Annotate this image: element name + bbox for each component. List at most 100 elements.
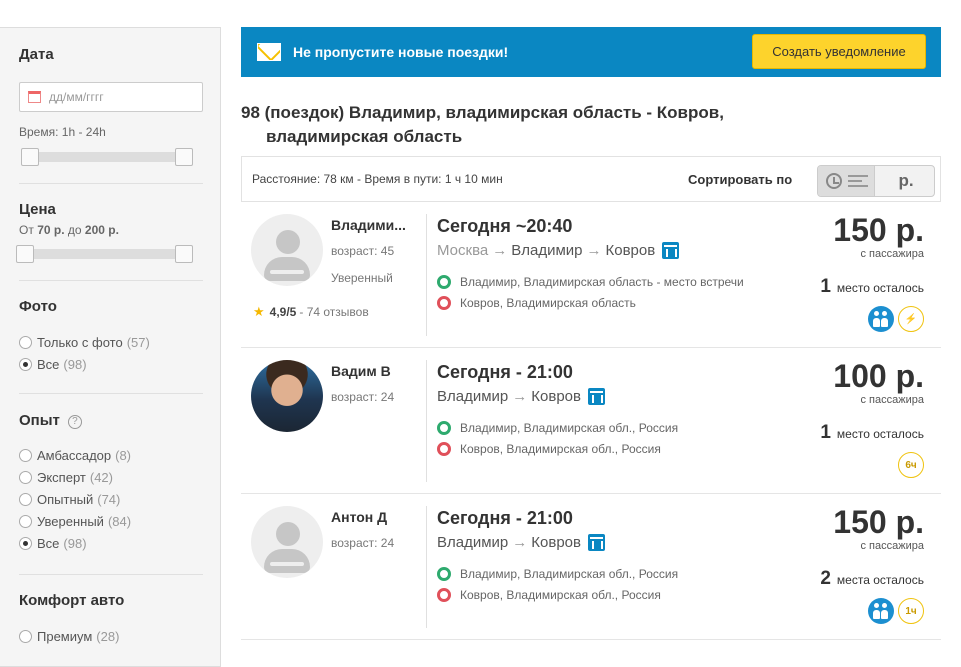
pickup-marker-icon [437,275,451,289]
photo-options: Только с фото (57) Все (98) [19,331,202,375]
trip-badges: 1ч [864,598,924,624]
experience-option-expert[interactable]: Эксперт (42) [19,466,202,488]
time-slider-min-handle[interactable] [21,148,39,166]
dropoff-marker-icon [437,296,451,310]
banner-text: Не пропустите новые поездки! [293,44,509,60]
avatar-placeholder[interactable] [251,214,323,286]
dropoff-point: Ковров, Владимирская обл., Россия [437,588,661,602]
pickup-marker-icon [437,567,451,581]
dropoff-point: Ковров, Владимирская обл., Россия [437,442,661,456]
trip-card[interactable]: Вадим В возраст: 24 Сегодня - 21:00 Влад… [241,348,941,494]
price-per-passenger: с пассажира [860,394,925,406]
radio-icon[interactable] [19,514,32,528]
price-filter-title: Цена [19,201,56,218]
pickup-point: Владимир, Владимирская область - место в… [437,275,744,289]
driver-name[interactable]: Вадим В [331,363,415,379]
dropoff-marker-icon [437,442,451,456]
time-range-label: Время: 1h - 24h [19,125,106,139]
pickup-marker-icon [437,421,451,435]
radio-selected-icon[interactable] [19,536,32,550]
trip-route: Москва → Владимир → Ковров [437,242,680,259]
photo-filter-title: Фото [19,298,57,315]
trip-badges: 6ч [894,452,924,478]
sort-by-time-button[interactable] [818,166,875,196]
pickup-point: Владимир, Владимирская обл., Россия [437,567,678,581]
experience-filter-title: Опыт? [19,412,202,429]
trip-time[interactable]: Сегодня - 21:00 [437,508,573,529]
trip-price: 100 р. [833,358,924,394]
seats-left: 1 место осталось [820,276,924,297]
date-placeholder: дд/мм/гггг [49,90,104,104]
divider [19,393,203,394]
price-slider-track[interactable] [16,249,192,259]
driver-level: Уверенный [331,271,393,285]
departure-flexibility-icon: 1ч [898,598,924,624]
help-icon[interactable]: ? [67,415,82,429]
trip-time[interactable]: Сегодня - 21:00 [437,362,573,383]
divider [426,214,427,336]
driver-age: возраст: 45 [331,244,395,258]
trip-price: 150 р. [833,504,924,540]
radio-icon[interactable] [19,448,32,462]
experience-option-all[interactable]: Все (98) [19,532,202,554]
comfort-filter-title: Комфорт авто [19,592,125,609]
distance-info: Расстояние: 78 км - Время в пути: 1 ч 10… [252,172,503,186]
sort-by-price-button[interactable]: р. [876,166,934,196]
comfort-option-premium[interactable]: Премиум (28) [19,625,202,647]
radio-icon[interactable] [19,335,32,349]
experience-options: Амбассадор (8) Эксперт (42) Опытный (74) Ув… [19,444,202,554]
trip-badges: ⚡ [864,306,924,332]
date-input[interactable]: дд/мм/гггг [19,82,203,112]
sort-bar: Расстояние: 78 км - Время в пути: 1 ч 10… [241,156,941,202]
photo-option-with-photo[interactable]: Только с фото (57) [19,331,202,353]
radio-selected-icon[interactable] [19,357,32,371]
departure-flexibility-icon: 6ч [898,452,924,478]
price-per-passenger: с пассажира [860,248,925,260]
avatar-placeholder[interactable] [251,506,323,578]
results-title: 98 (поездок) Владимир, владимирская обла… [241,103,724,146]
divider [426,506,427,628]
radio-icon[interactable] [19,470,32,484]
driver-name[interactable]: Антон Д [331,509,415,525]
two-passengers-icon [868,306,894,332]
sort-toggle: р. [817,165,935,197]
driver-rating: ★ 4,9/5- 74 отзывов [253,304,369,319]
star-icon: ★ [253,304,265,319]
experience-option-confident[interactable]: Уверенный (84) [19,510,202,532]
trip-card[interactable]: Антон Д возраст: 24 Сегодня - 21:00 Влад… [241,494,941,640]
radio-icon[interactable] [19,492,32,506]
divider [19,280,203,281]
price-range-label: От 70 р. до 200 р. [19,223,119,237]
seats-left: 2 места осталось [820,568,924,589]
driver-name[interactable]: Владими... [331,217,415,233]
dropoff-marker-icon [437,588,451,602]
price-per-passenger: с пассажира [860,540,925,552]
driver-photo[interactable] [251,360,323,432]
trip-card[interactable]: Владими... возраст: 45 Уверенный ★ 4,9/5-… [241,202,941,348]
comfort-options: Премиум (28) [19,625,202,647]
create-notification-button[interactable]: Создать уведомление [752,34,926,69]
experience-option-ambassador[interactable]: Амбассадор (8) [19,444,202,466]
photo-option-all[interactable]: Все (98) [19,353,202,375]
experience-option-experienced[interactable]: Опытный (74) [19,488,202,510]
sort-label: Сортировать по [688,172,793,187]
divider [19,183,203,184]
divider [426,360,427,482]
user-silhouette-icon [276,230,300,254]
time-slider-track[interactable] [21,152,192,162]
notification-banner: Не пропустите новые поездки! Создать уве… [241,27,941,77]
two-passengers-icon [868,598,894,624]
trip-time[interactable]: Сегодня ~20:40 [437,216,572,237]
list-icon [848,175,868,187]
time-slider-max-handle[interactable] [175,148,193,166]
filters-sidebar: Дата дд/мм/гггг Время: 1h - 24h Цена От … [0,27,221,667]
radio-icon[interactable] [19,629,32,643]
user-silhouette-icon [276,522,300,546]
driver-age: возраст: 24 [331,536,395,550]
divider [19,574,203,575]
price-slider-min-handle[interactable] [16,245,34,263]
driver-age: возраст: 24 [331,390,395,404]
calendar-icon [28,91,41,103]
price-slider-max-handle[interactable] [175,245,193,263]
instant-booking-icon: ⚡ [898,306,924,332]
